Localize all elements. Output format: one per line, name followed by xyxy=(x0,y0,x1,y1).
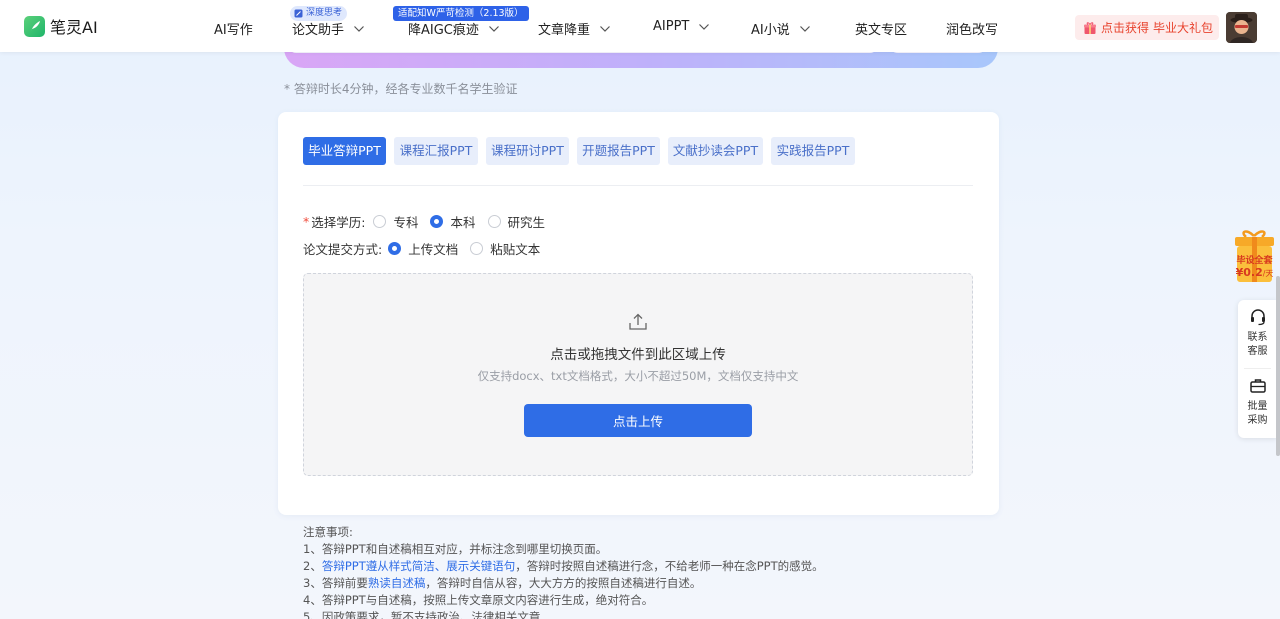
nav-label: 润色改写 xyxy=(946,23,999,38)
nav-label: AI小说 xyxy=(751,23,790,38)
note-item: 3、答辩前要熟读自述稿，答辩时自信从容，大大方方的按照自述稿进行自述。 xyxy=(303,576,702,590)
duration-note: * 答辩时长4分钟，经各专业数千名学生验证 xyxy=(284,82,518,96)
radio-education-bachelor[interactable]: 本科 xyxy=(430,212,476,231)
logo[interactable]: 笔灵AI xyxy=(24,14,98,38)
radio-circle-selected xyxy=(430,215,444,228)
tab-graduation-defense-ppt[interactable]: 毕业答辩PPT xyxy=(303,137,386,165)
tab-proposal-report-ppt[interactable]: 开题报告PPT xyxy=(577,137,660,165)
nav-polish-rewrite[interactable]: 润色改写 xyxy=(946,19,998,38)
radio-education-graduate[interactable]: 研究生 xyxy=(487,212,546,231)
radio-circle xyxy=(373,215,387,228)
radio-paste-text[interactable]: 粘贴文本 xyxy=(470,239,540,258)
radio-circle-selected xyxy=(388,242,402,255)
note-item: 1、答辩PPT和自述稿相互对应，并标注念到哪里切换页面。 xyxy=(303,542,608,556)
nav-label: 降AIGC痕迹 xyxy=(408,23,479,38)
note-item: 4、答辩PPT与自述稿，按照上传文章原文内容进行生成，绝对符合。 xyxy=(303,593,654,607)
submit-method-row: 论文提交方式: 上传文档 粘贴文本 xyxy=(303,239,540,258)
side-tool-panel: 联系客服 批量采购 xyxy=(1238,300,1277,438)
tab-course-report-ppt[interactable]: 课程汇报PPT xyxy=(394,137,478,165)
radio-circle xyxy=(487,215,501,228)
note-highlight: 熟读自述稿 xyxy=(367,576,426,590)
submit-method-label: 论文提交方式: xyxy=(303,242,383,257)
radio-label: 研究生 xyxy=(507,215,546,230)
gift-icon xyxy=(1084,21,1096,34)
notes-heading: 注意事项: xyxy=(303,525,353,539)
upload-icon xyxy=(629,313,647,330)
feather-logo-icon xyxy=(24,15,45,37)
promo-unit: /天 xyxy=(1262,269,1274,278)
note-highlight: 答辩PPT遵从样式简洁、展示关键语句 xyxy=(321,559,516,573)
nav-label: 英文专区 xyxy=(855,23,908,38)
side-divider xyxy=(1244,368,1271,369)
logo-text: 笔灵AI xyxy=(50,18,98,37)
bulk-purchase-button[interactable]: 批量采购 xyxy=(1238,377,1277,428)
notes-section: 注意事项: 1、答辩PPT和自述稿相互对应，并标注念到哪里切换页面。 2、答辩P… xyxy=(303,524,824,619)
radio-circle xyxy=(470,242,484,255)
page-scrollbar[interactable] xyxy=(1276,276,1280,456)
graduation-gift-button[interactable]: 点击获得 毕业大礼包 xyxy=(1075,15,1219,40)
required-asterisk: * xyxy=(303,214,310,229)
bulk-purchase-label: 批量采购 xyxy=(1247,401,1268,426)
radio-label: 本科 xyxy=(450,215,476,230)
top-nav-bar: 笔灵AI AI写作 深度思考 论文助手 适配知W严苛检测（2.13版） 降AIG… xyxy=(0,0,1280,52)
promo-price: ¥0.2 xyxy=(1235,266,1263,279)
nav-label: 文章降重 xyxy=(538,23,591,38)
note-item: 5、因政策要求，暂不支持政治、法律相关文章 xyxy=(303,610,541,619)
nav-article-dedup[interactable]: 文章降重 xyxy=(538,19,611,38)
note-item: 2、答辩PPT遵从样式简洁、展示关键语句，答辩时按照自述稿进行念，不给老师一种在… xyxy=(303,559,824,573)
chevron-down-icon xyxy=(698,21,710,33)
contact-support-button[interactable]: 联系客服 xyxy=(1238,308,1277,359)
radio-education-junior-college[interactable]: 专科 xyxy=(373,212,418,231)
radio-label: 上传文档 xyxy=(408,242,459,257)
nav-ai-writing[interactable]: AI写作 xyxy=(214,19,253,38)
nav-thesis-assistant[interactable]: 论文助手 xyxy=(292,19,365,38)
radio-label: 专科 xyxy=(393,215,419,230)
nav-english-zone[interactable]: 英文专区 xyxy=(855,19,907,38)
tab-practice-report-ppt[interactable]: 实践报告PPT xyxy=(771,137,855,165)
education-row: * 选择学历: 专科 本科 研究生 xyxy=(303,212,545,231)
radio-upload-document[interactable]: 上传文档 xyxy=(388,239,458,258)
briefcase-icon xyxy=(1249,379,1266,393)
user-avatar[interactable] xyxy=(1226,12,1257,43)
chevron-down-icon xyxy=(599,23,611,35)
chevron-down-icon xyxy=(799,23,811,35)
tab-literature-reading-ppt[interactable]: 文献抄读会PPT xyxy=(668,137,763,165)
tabs-divider xyxy=(303,185,973,186)
nav-label: 论文助手 xyxy=(292,23,345,38)
upload-button[interactable]: 点击上传 xyxy=(524,404,752,437)
promo-price-row: ¥0.2/天 xyxy=(1232,265,1277,280)
edit-icon xyxy=(294,9,303,18)
contact-support-label: 联系客服 xyxy=(1247,332,1268,357)
avatar-image xyxy=(1226,12,1257,43)
upload-title: 点击或拖拽文件到此区域上传 xyxy=(550,347,726,363)
graduation-bundle-promo[interactable]: 毕设全套 ¥0.2/天 xyxy=(1232,228,1277,286)
nav-label: AIPPT xyxy=(653,19,690,34)
nav-ai-novel[interactable]: AI小说 xyxy=(751,19,811,38)
gift-highlight-text: 毕业大礼包 xyxy=(1153,21,1214,35)
radio-label: 粘贴文本 xyxy=(490,242,541,257)
nav-aippt[interactable]: AIPPT xyxy=(653,19,710,34)
headset-icon xyxy=(1250,309,1265,326)
upload-format-hint: 仅支持docx、txt文档格式，大小不超过50M，文档仅支持中文 xyxy=(477,369,799,383)
education-label: 选择学历: xyxy=(311,215,366,230)
gift-prefix-text: 点击获得 xyxy=(1101,21,1150,35)
chevron-down-icon xyxy=(353,23,365,35)
nav-label: AI写作 xyxy=(214,23,253,38)
tab-course-seminar-ppt[interactable]: 课程研讨PPT xyxy=(486,137,569,165)
chevron-down-icon xyxy=(488,23,500,35)
nav-reduce-aigc[interactable]: 降AIGC痕迹 xyxy=(408,19,500,38)
